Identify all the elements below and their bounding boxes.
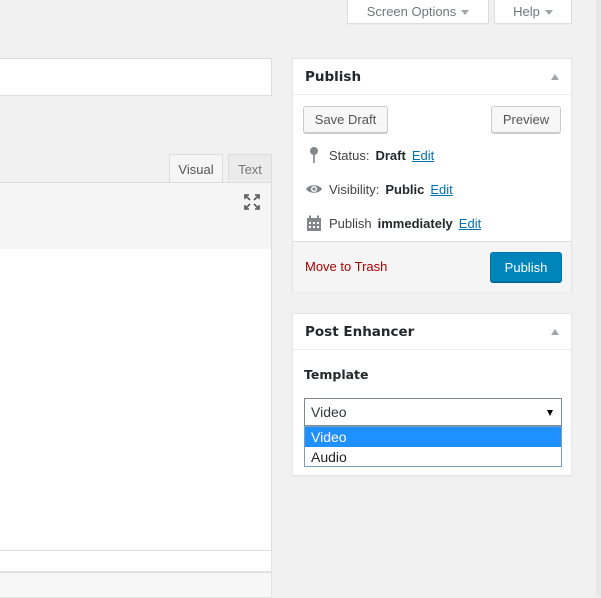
- publish-button[interactable]: Publish: [490, 252, 562, 282]
- editor-status-bar: [0, 572, 272, 598]
- post-enhancer-title: Post Enhancer: [305, 323, 415, 340]
- collapse-arrow-icon[interactable]: [551, 73, 559, 80]
- preview-label: Preview: [502, 112, 550, 127]
- publish-time-label: Publish: [329, 215, 372, 231]
- save-draft-label: Save Draft: [314, 112, 377, 127]
- post-title-input[interactable]: [0, 58, 272, 96]
- preview-button[interactable]: Preview: [491, 106, 561, 133]
- dropdown-option[interactable]: Audio: [305, 447, 561, 467]
- dropdown-option[interactable]: Video: [305, 427, 561, 447]
- edit-publish-time-link[interactable]: Edit: [459, 216, 481, 231]
- edit-visibility-link[interactable]: Edit: [430, 182, 452, 197]
- publish-time-row: Publish immediately Edit: [305, 213, 481, 233]
- post-enhancer-header[interactable]: Post Enhancer: [293, 314, 571, 350]
- eye-icon: [305, 180, 323, 198]
- visibility-value: Public: [385, 181, 425, 197]
- template-label: Template: [304, 367, 369, 382]
- tab-text-label: Text: [238, 161, 262, 177]
- tab-text[interactable]: Text: [228, 154, 272, 183]
- publish-actions: Move to Trash Publish: [293, 241, 571, 292]
- template-select[interactable]: Video: [304, 398, 562, 426]
- calendar-icon: [305, 214, 323, 232]
- chevron-down-icon: [544, 9, 553, 15]
- tab-visual-label: Visual: [178, 161, 214, 177]
- chevron-down-icon: [461, 9, 470, 15]
- dropdown-arrow-icon: [547, 410, 553, 416]
- post-status-row: Status: Draft Edit: [305, 145, 434, 165]
- save-draft-button[interactable]: Save Draft: [303, 106, 388, 133]
- post-visibility-row: Visibility: Public Edit: [305, 179, 453, 199]
- template-select-value: Video: [311, 404, 347, 420]
- template-dropdown-list: Video Audio: [304, 426, 562, 467]
- move-to-trash-link[interactable]: Move to Trash: [305, 259, 387, 274]
- screen-options-button[interactable]: Screen Options: [347, 0, 489, 24]
- screen-options-label: Screen Options: [366, 3, 457, 19]
- editor-content-area[interactable]: [0, 249, 272, 551]
- status-value: Draft: [375, 147, 406, 163]
- status-label: Status:: [329, 147, 370, 163]
- collapse-arrow-icon[interactable]: [551, 328, 559, 335]
- editor-toolbar: [0, 182, 272, 250]
- tab-visual[interactable]: Visual: [169, 154, 223, 183]
- editor-footer: [0, 551, 272, 572]
- publish-box-title: Publish: [305, 68, 362, 85]
- help-button[interactable]: Help: [494, 0, 572, 24]
- publish-box: Publish Save Draft Preview Status: Draft…: [292, 58, 572, 292]
- visibility-label: Visibility:: [329, 181, 380, 197]
- publish-box-header[interactable]: Publish: [293, 59, 571, 95]
- pin-icon: [305, 146, 323, 164]
- fullscreen-icon[interactable]: [243, 193, 261, 211]
- edit-status-link[interactable]: Edit: [412, 148, 434, 163]
- help-label: Help: [513, 3, 540, 19]
- page-scrollbar[interactable]: [596, 0, 601, 597]
- publish-time-value: immediately: [377, 215, 453, 231]
- publish-button-label: Publish: [504, 259, 548, 275]
